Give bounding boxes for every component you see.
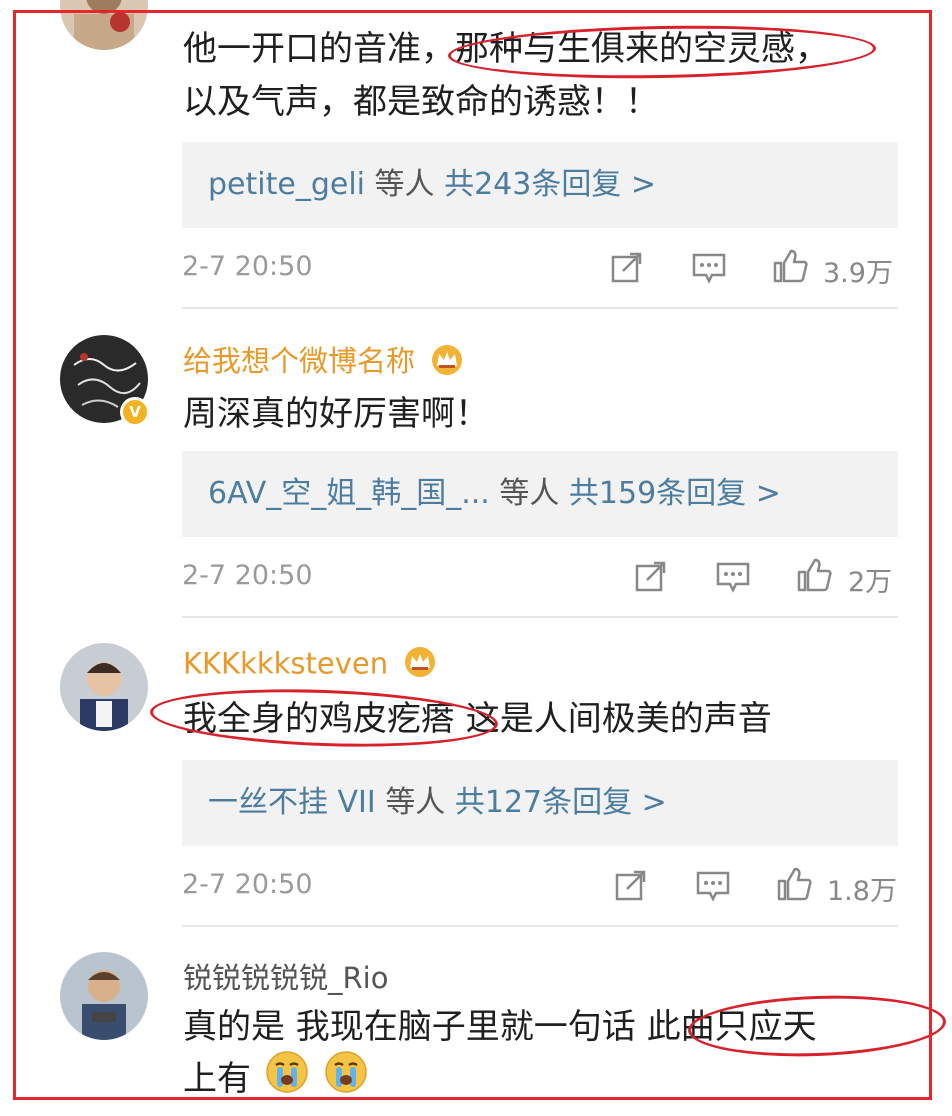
reply-user[interactable]: 6AV_空_姐_韩_国_... [208,476,490,511]
verified-badge-icon: V [120,397,150,427]
crying-emoji-icon [264,1050,310,1111]
replies-preview[interactable]: 6AV_空_姐_韩_国_... 等人 共159条回复 > [182,451,898,537]
reply-etc: 等人 [374,167,435,202]
divider [182,307,898,309]
divider [182,616,898,618]
comment-icon[interactable] [716,561,750,597]
replies-preview[interactable]: petite_geli 等人 共243条回复 > [182,142,898,228]
crown-icon [430,344,464,383]
comment-text-line: 周深真的好厉害啊！ [183,394,489,434]
avatar[interactable] [60,0,148,50]
timestamp: 2-7 20:50 [182,869,313,900]
share-icon[interactable] [610,250,644,288]
replies-preview[interactable]: 一丝不挂 VII 等人 共127条回复 > [182,760,898,846]
share-icon[interactable] [634,559,668,597]
crying-emoji-icon [323,1050,369,1111]
comment-text-line: 以及气声，都是致命的诱惑！！ [183,82,659,122]
comment-text: 上有 [183,1059,251,1099]
comment-icon[interactable] [692,252,726,288]
like-count: 2万 [848,567,893,598]
reply-count-link[interactable]: 共159条回复 > [569,476,781,511]
thumbs-up-icon[interactable] [772,248,808,288]
crown-icon [403,646,437,685]
timestamp: 2-7 20:50 [182,251,313,282]
username[interactable]: 给我想个微博名称 [183,338,464,383]
timestamp: 2-7 20:50 [182,560,313,591]
reply-user[interactable]: petite_geli [208,167,365,202]
comment-icon[interactable] [696,870,730,906]
username[interactable]: 锐锐锐锐锐_Rio [183,955,388,997]
reply-count-link[interactable]: 共243条回复 > [444,167,656,202]
avatar[interactable] [60,952,148,1040]
reply-etc: 等人 [499,476,560,511]
reply-user[interactable]: 一丝不挂 VII [208,785,376,820]
username[interactable]: KKKkkksteven [183,646,437,685]
thumbs-up-icon[interactable] [796,557,832,597]
avatar[interactable] [60,643,148,731]
comment-text-line-2: 上有 [183,1050,369,1111]
share-icon[interactable] [614,868,648,906]
thumbs-up-icon[interactable] [776,866,812,906]
reply-etc: 等人 [385,785,446,820]
username-text[interactable]: 给我想个微博名称 [183,344,415,378]
divider [182,925,898,927]
username-text[interactable]: KKKkkksteven [183,647,388,681]
like-count: 1.8万 [827,876,897,907]
like-count: 3.9万 [823,258,893,289]
reply-count-link[interactable]: 共127条回复 > [455,785,667,820]
